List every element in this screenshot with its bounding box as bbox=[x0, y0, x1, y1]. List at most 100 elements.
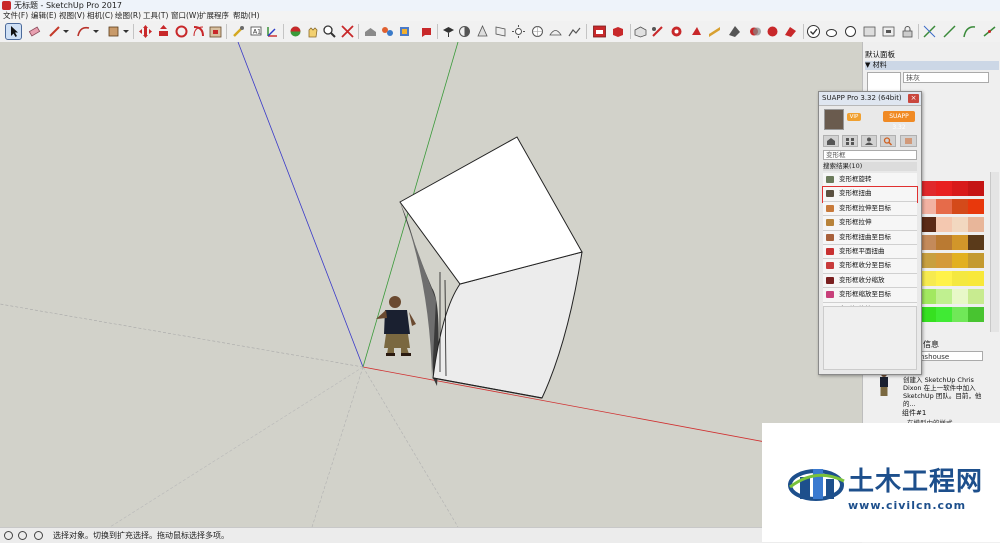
material-swatch[interactable] bbox=[968, 199, 984, 214]
solid-subtract-icon[interactable] bbox=[783, 24, 798, 39]
material-swatch[interactable] bbox=[952, 181, 968, 196]
material-swatch[interactable] bbox=[952, 235, 968, 250]
menu-draw[interactable]: 绘图(R) bbox=[115, 11, 141, 21]
material-swatch[interactable] bbox=[952, 217, 968, 232]
material-swatch[interactable] bbox=[968, 253, 984, 268]
material-swatch[interactable] bbox=[920, 307, 936, 322]
suapp-item-scale-to-target[interactable]: 变形框缩放至目标 bbox=[823, 288, 917, 303]
menu-file[interactable]: 文件(F) bbox=[3, 11, 28, 21]
fog-icon[interactable] bbox=[475, 24, 490, 39]
suapp-item-taper-to-target[interactable]: 变形框收分至目标 bbox=[823, 259, 917, 274]
shadows-icon[interactable] bbox=[457, 24, 472, 39]
material-icon[interactable] bbox=[843, 24, 858, 39]
eraser-tool-icon[interactable] bbox=[27, 24, 42, 39]
section-plane-icon[interactable] bbox=[493, 24, 508, 39]
scale-tool-icon[interactable] bbox=[191, 24, 206, 39]
material-swatch[interactable] bbox=[952, 199, 968, 214]
rotate-copy-icon[interactable] bbox=[689, 24, 704, 39]
material-swatch[interactable] bbox=[968, 181, 984, 196]
zoom-extents-icon[interactable] bbox=[340, 24, 355, 39]
geo-location-icon[interactable] bbox=[530, 24, 545, 39]
menu-extensions[interactable]: 扩展程序 bbox=[199, 11, 229, 21]
move-tool-icon[interactable] bbox=[138, 24, 153, 39]
suapp-search-input[interactable]: 变形框 bbox=[823, 150, 917, 160]
box-icon[interactable] bbox=[610, 24, 625, 39]
edit-arc-icon[interactable] bbox=[942, 24, 957, 39]
home-icon[interactable] bbox=[823, 135, 839, 147]
intersect-icon[interactable] bbox=[748, 24, 763, 39]
check-icon[interactable] bbox=[806, 24, 821, 39]
material-swatch[interactable] bbox=[920, 271, 936, 286]
suapp-version-button[interactable]: SUAPP 3.32 bbox=[883, 111, 915, 131]
terrain-icon[interactable] bbox=[567, 24, 582, 39]
materials-panel-header[interactable]: ▼ 材料 bbox=[865, 61, 999, 70]
material-swatch[interactable] bbox=[920, 235, 936, 250]
material-swatch[interactable] bbox=[920, 199, 936, 214]
tag-icon[interactable] bbox=[862, 24, 877, 39]
solid-union-icon[interactable] bbox=[765, 24, 780, 39]
menu-tools[interactable]: 工具(T) bbox=[143, 11, 168, 21]
menu-help[interactable]: 帮助(H) bbox=[233, 11, 260, 21]
material-swatch[interactable] bbox=[936, 289, 952, 304]
material-swatch[interactable] bbox=[936, 307, 952, 322]
suapp-item-twist-to-target[interactable]: 变形框扭曲至目标 bbox=[823, 230, 917, 245]
scene-icon[interactable] bbox=[881, 24, 896, 39]
suapp-item-stretch-to-target[interactable]: 变形框拉伸至目标 bbox=[823, 201, 917, 217]
join-tool-icon[interactable] bbox=[669, 24, 684, 39]
material-swatch[interactable] bbox=[968, 235, 984, 250]
material-swatch[interactable] bbox=[968, 271, 984, 286]
component-search-input[interactable]: nshouse bbox=[917, 351, 983, 361]
lock-icon[interactable] bbox=[900, 24, 915, 39]
material-swatch[interactable] bbox=[920, 253, 936, 268]
material-swatch[interactable] bbox=[920, 181, 936, 196]
tray-scrollbar[interactable] bbox=[990, 172, 999, 332]
axes-tool-icon[interactable] bbox=[265, 24, 280, 39]
extension-warehouse-icon[interactable] bbox=[397, 24, 412, 39]
material-swatch[interactable] bbox=[952, 289, 968, 304]
zoom-tool-icon[interactable] bbox=[322, 24, 337, 39]
material-swatch[interactable] bbox=[936, 235, 952, 250]
edit-spline-icon[interactable] bbox=[982, 24, 997, 39]
material-swatch[interactable] bbox=[968, 217, 984, 232]
offset-tool-icon[interactable] bbox=[208, 24, 223, 39]
rotate-tool-icon[interactable] bbox=[174, 24, 189, 39]
material-name-field[interactable]: 抹灰 bbox=[903, 72, 989, 83]
search-icon[interactable] bbox=[880, 135, 896, 147]
material-swatch[interactable] bbox=[968, 307, 984, 322]
grid-icon[interactable] bbox=[842, 135, 858, 147]
suapp-icon[interactable] bbox=[592, 24, 607, 39]
material-swatch[interactable] bbox=[968, 289, 984, 304]
suapp-item-rotate[interactable]: 变形框旋转 bbox=[823, 173, 917, 188]
modeling-viewport[interactable] bbox=[0, 42, 862, 527]
menu-edit[interactable]: 编辑(E) bbox=[31, 11, 57, 21]
text-tool-icon[interactable]: A1 bbox=[248, 24, 263, 39]
menu-camera[interactable]: 相机(C) bbox=[87, 11, 113, 21]
line-tool-icon[interactable] bbox=[47, 24, 62, 39]
rectangle-tool-icon[interactable] bbox=[106, 24, 121, 39]
pan-tool-icon[interactable] bbox=[305, 24, 320, 39]
avatar[interactable] bbox=[824, 109, 844, 130]
vip-badge[interactable]: VIP bbox=[847, 113, 861, 121]
send-to-layout-icon[interactable] bbox=[419, 24, 434, 39]
styles-icon[interactable] bbox=[441, 24, 456, 39]
info-icon[interactable] bbox=[4, 531, 13, 540]
material-swatch[interactable] bbox=[936, 217, 952, 232]
suapp-item-stretch[interactable]: 变形框拉伸 bbox=[823, 216, 917, 231]
edit-line-icon[interactable] bbox=[922, 24, 937, 39]
teapot-icon[interactable] bbox=[824, 24, 839, 39]
menu-view[interactable]: 视图(V) bbox=[59, 11, 85, 21]
cube-tool-icon[interactable] bbox=[633, 24, 648, 39]
material-swatch[interactable] bbox=[920, 289, 936, 304]
orbit-tool-icon[interactable] bbox=[288, 24, 303, 39]
arc-tool-icon[interactable] bbox=[76, 24, 91, 39]
user-icon[interactable] bbox=[861, 135, 877, 147]
material-swatch[interactable] bbox=[936, 271, 952, 286]
cut-tool-icon[interactable] bbox=[650, 24, 665, 39]
material-swatch[interactable] bbox=[920, 217, 936, 232]
chevron-down-icon[interactable] bbox=[92, 24, 107, 39]
material-swatch[interactable] bbox=[952, 253, 968, 268]
menu-icon[interactable] bbox=[900, 135, 917, 147]
menu-window[interactable]: 窗口(W) bbox=[171, 11, 199, 21]
chevron-down-icon[interactable] bbox=[62, 24, 77, 39]
scene-canvas[interactable] bbox=[0, 42, 862, 527]
